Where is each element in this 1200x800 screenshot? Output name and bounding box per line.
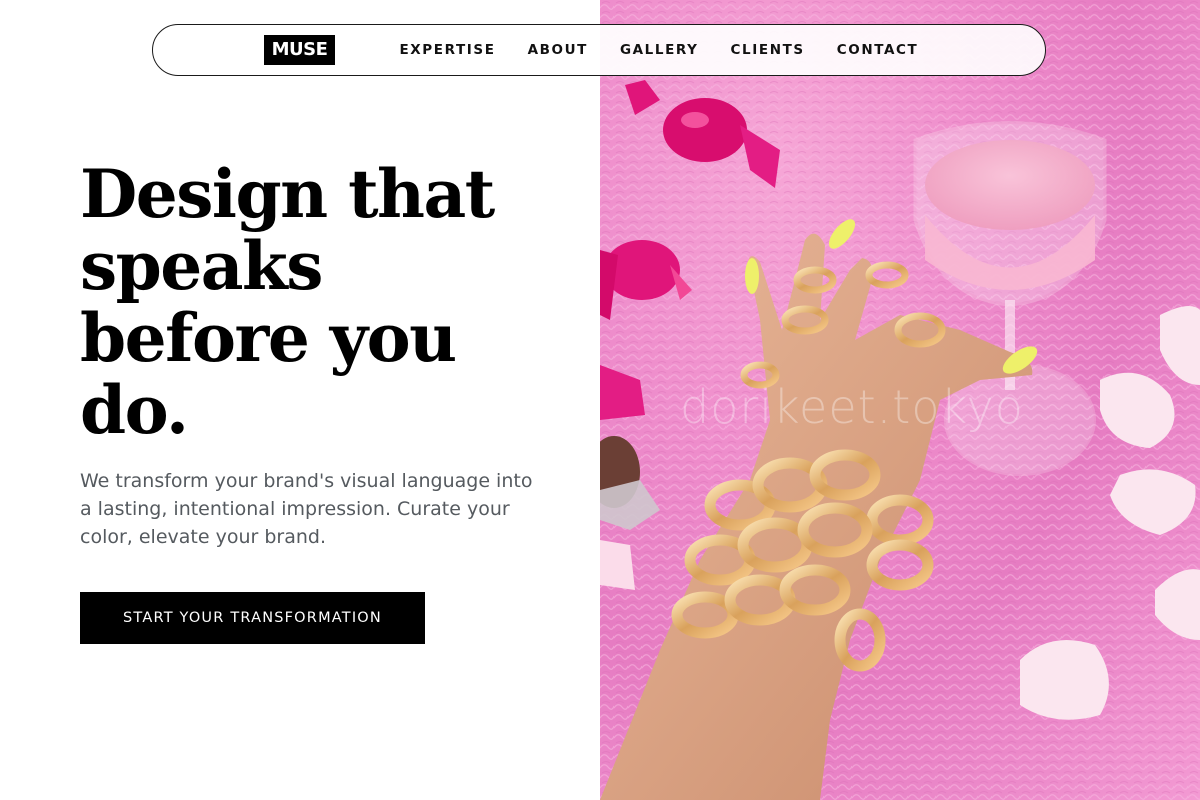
start-transformation-button[interactable]: START YOUR TRANSFORMATION: [80, 592, 425, 644]
nav-link-expertise[interactable]: EXPERTISE: [399, 42, 495, 58]
nav-link-gallery[interactable]: GALLERY: [620, 42, 699, 58]
hero-subtext: We transform your brand's visual languag…: [80, 470, 533, 548]
top-navigation: MUSE EXPERTISE ABOUT GALLERY CLIENTS CON…: [152, 24, 1046, 76]
brand-logo[interactable]: MUSE: [263, 35, 336, 65]
hero-image: dorikeet.tokyo: [600, 0, 1200, 800]
nav-link-contact[interactable]: CONTACT: [837, 42, 919, 58]
landing-page: dorikeet.tokyo MUSE EXPERTISE ABOUT GALL…: [0, 0, 1200, 800]
image-watermark: dorikeet.tokyo: [680, 380, 1024, 434]
hero-headline: Design that speaks before you do.: [80, 155, 495, 449]
nav-link-clients[interactable]: CLIENTS: [731, 42, 805, 58]
nav-link-about[interactable]: ABOUT: [528, 42, 588, 58]
